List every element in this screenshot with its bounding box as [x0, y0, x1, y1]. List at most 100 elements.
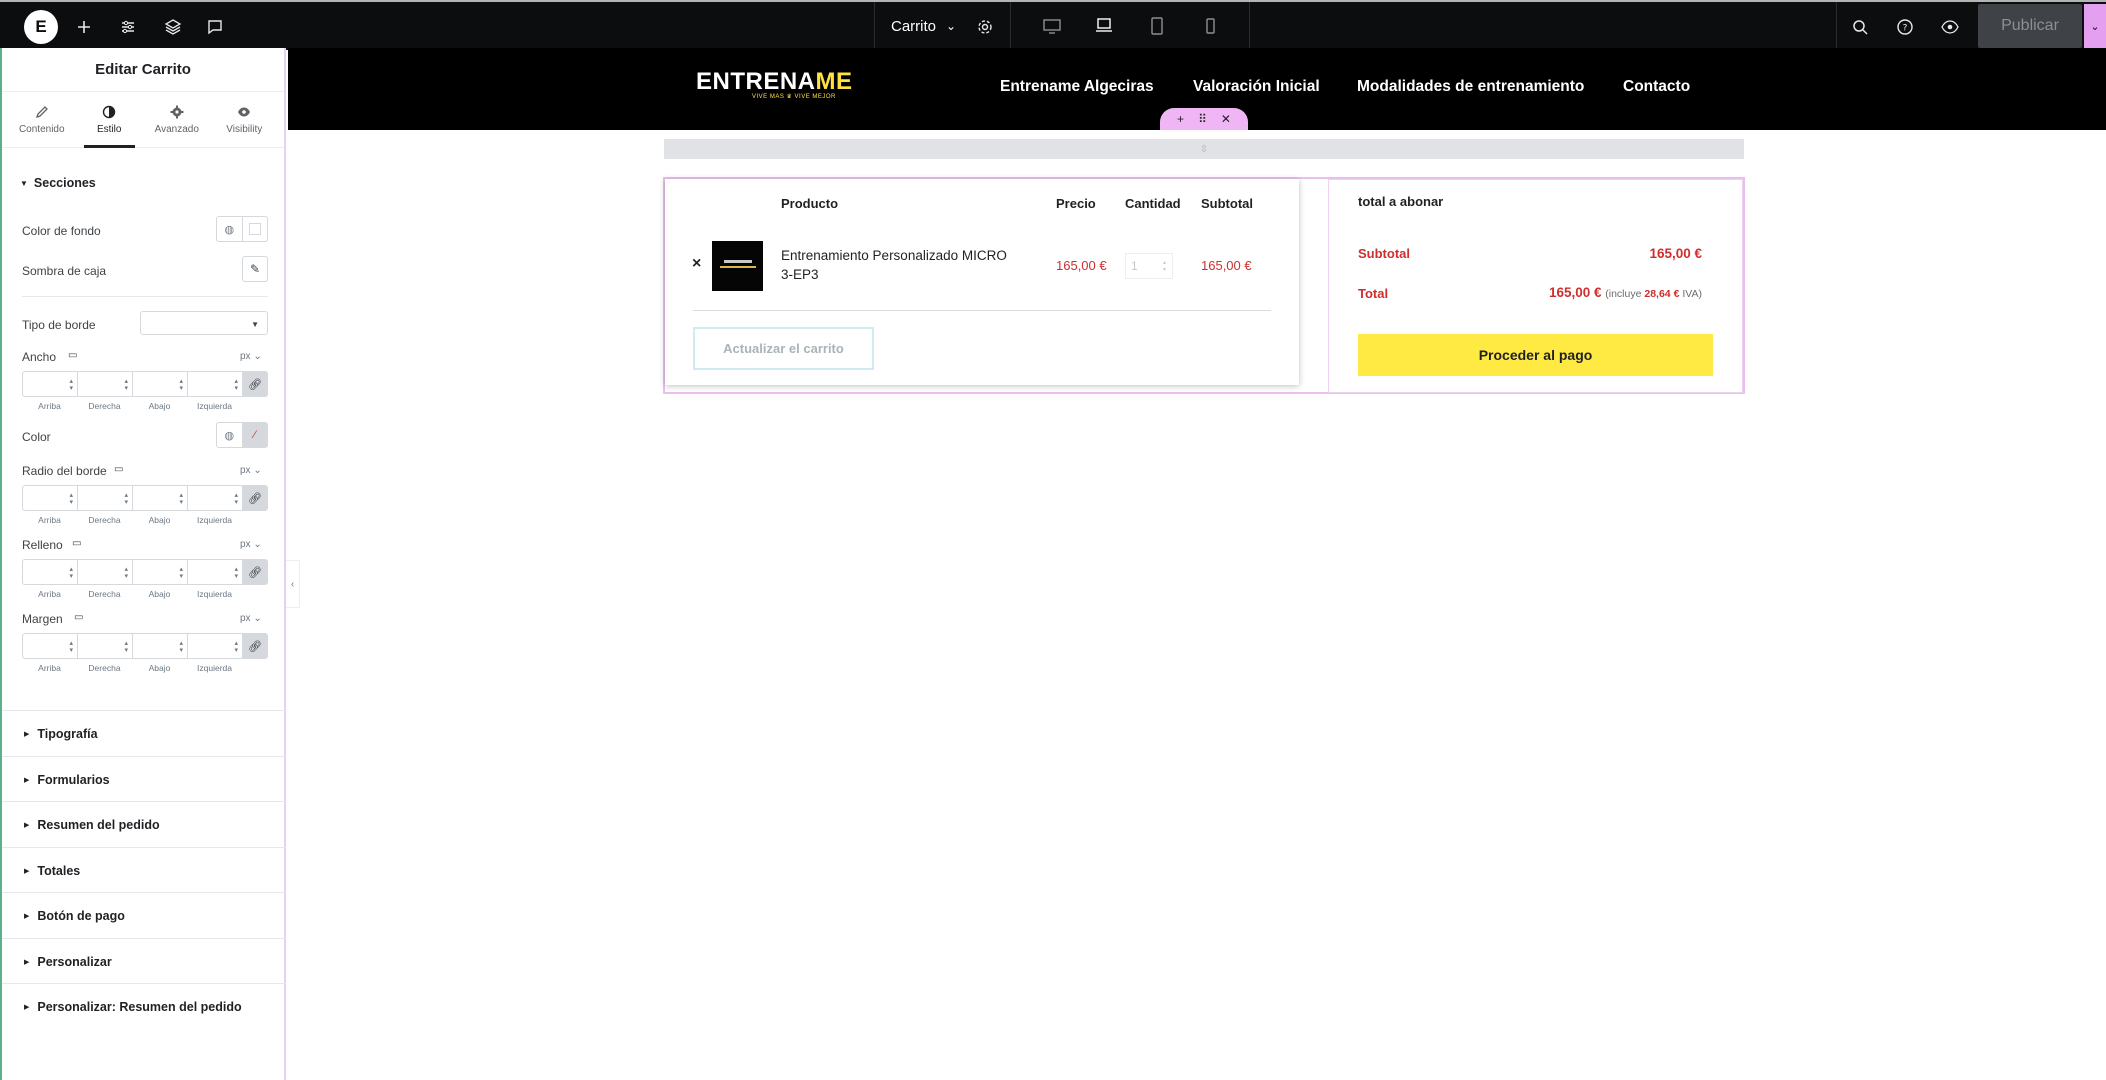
comments-icon[interactable] — [201, 13, 229, 41]
tab-estilo[interactable]: Estilo — [76, 92, 144, 148]
box-shadow-label: Sombra de caja — [22, 264, 107, 278]
total-label: Total — [1358, 286, 1389, 301]
col-header-price: Precio — [1056, 196, 1096, 211]
monitor-responsive-icon[interactable]: ▭ — [68, 350, 77, 361]
section-personalizar-resumen[interactable]: ▶ Personalizar: Resumen del pedido — [2, 983, 286, 1029]
link-values-icon[interactable]: 🔗︎ — [242, 559, 268, 585]
product-price: 165,00 € — [1056, 258, 1107, 273]
bg-color-label: Color de fondo — [22, 224, 101, 238]
section-resumen-pedido[interactable]: ▶ Resumen del pedido — [2, 801, 286, 847]
margin-label: Margen — [22, 612, 63, 626]
resize-icon[interactable]: ⇳ — [1200, 144, 1208, 155]
nav-contacto[interactable]: Contacto — [1623, 78, 1690, 96]
caret-right-icon: ▶ — [24, 1003, 30, 1011]
site-logo[interactable]: ENTRENAME — [696, 68, 853, 96]
box-shadow-edit-pencil-icon[interactable]: ✎ — [242, 256, 268, 282]
section-secciones-toggle[interactable]: ▼ Secciones — [20, 176, 96, 190]
page-settings-gear-icon[interactable] — [971, 13, 999, 41]
drag-handle-icon[interactable]: ⠿ — [1198, 112, 1207, 126]
laptop-view-icon[interactable] — [1078, 2, 1130, 50]
link-values-icon[interactable]: 🔗︎ — [242, 371, 268, 397]
unit-select[interactable]: px ⌄ — [240, 539, 262, 550]
totals-title: total a abonar — [1358, 194, 1444, 209]
bg-color-control[interactable]: ◍ — [216, 216, 268, 242]
width-top-input[interactable]: ▴ ▾ — [22, 371, 77, 397]
no-color-swatch[interactable]: ⁄ — [241, 423, 267, 447]
color-label: Color — [22, 430, 51, 444]
remove-item-icon[interactable]: × — [692, 255, 701, 273]
width-right-input[interactable]: ▴ ▾ — [77, 371, 132, 397]
width-left-input[interactable]: ▴ ▾ — [187, 371, 242, 397]
margin-dimensions-input[interactable]: ▴ ▾ ▴ ▾ ▴ ▾ ▴ ▾ 🔗︎ — [22, 633, 268, 659]
product-subtotal: 165,00 € — [1201, 258, 1252, 273]
proceed-to-checkout-button[interactable]: Proceder al pago — [1358, 334, 1713, 376]
layers-icon[interactable] — [159, 13, 187, 41]
nav-modalidades[interactable]: Modalidades de entrenamiento — [1357, 78, 1584, 96]
section-tipografia[interactable]: ▶ Tipografía — [2, 710, 286, 756]
product-name-link[interactable]: Entrenamiento Personalizado MICRO 3-EP3 — [781, 246, 1021, 284]
panel-tabs: Contenido Estilo Avanzado Visibility — [2, 92, 284, 148]
editor-topbar: E Carrito ⌄ ? Publicar ⌄ — [0, 0, 2106, 50]
caret-right-icon: ▶ — [24, 821, 30, 829]
border-type-select[interactable]: ▼ — [140, 311, 268, 335]
width-bottom-input[interactable]: ▴ ▾ — [132, 371, 187, 397]
tax-note: (incluye 28,64 € IVA) — [1605, 288, 1702, 300]
quantity-stepper[interactable]: 1 ▴ ▾ — [1125, 253, 1173, 279]
unit-select[interactable]: px ⌄ — [240, 465, 262, 476]
add-element-icon[interactable] — [70, 13, 98, 41]
section-formularios[interactable]: ▶ Formularios — [2, 756, 286, 802]
site-settings-icon[interactable] — [114, 13, 142, 41]
elementor-logo[interactable]: E — [24, 10, 58, 44]
gear-icon — [170, 105, 184, 118]
help-icon[interactable]: ? — [1891, 13, 1919, 41]
svg-text:?: ? — [1903, 24, 1908, 34]
unit-select[interactable]: px ⌄ — [240, 613, 262, 624]
monitor-responsive-icon[interactable]: ▭ — [72, 538, 81, 549]
unit-select[interactable]: px ⌄ — [240, 351, 262, 362]
desktop-view-icon[interactable] — [1026, 2, 1078, 50]
global-colors-icon[interactable]: ◍ — [217, 423, 242, 447]
nav-entrename-algeciras[interactable]: Entrename Algeciras — [1000, 78, 1154, 96]
search-icon[interactable] — [1846, 13, 1874, 41]
caret-right-icon: ▶ — [24, 912, 30, 920]
nav-valoracion-inicial[interactable]: Valoración Inicial — [1193, 78, 1320, 96]
monitor-responsive-icon[interactable]: ▭ — [114, 464, 123, 475]
publish-button[interactable]: Publicar — [1978, 4, 2082, 48]
caret-right-icon: ▶ — [24, 776, 30, 784]
update-cart-button[interactable]: Actualizar el carrito — [693, 327, 874, 370]
product-thumbnail[interactable] — [712, 241, 763, 291]
width-label: Ancho — [22, 350, 57, 364]
col-header-subtotal: Subtotal — [1201, 196, 1253, 211]
publish-options-chevron-icon[interactable]: ⌄ — [2084, 4, 2106, 48]
empty-spacer-section[interactable]: ⇳ — [664, 139, 1744, 159]
monitor-responsive-icon[interactable]: ▭ — [74, 612, 83, 623]
color-swatch[interactable] — [241, 217, 268, 241]
global-colors-icon[interactable]: ◍ — [217, 217, 242, 241]
add-section-icon[interactable]: + — [1177, 112, 1184, 126]
pencil-icon — [35, 105, 48, 118]
caret-right-icon: ▶ — [24, 958, 30, 966]
border-color-control[interactable]: ◍ ⁄ — [216, 422, 268, 448]
document-title: Carrito — [891, 17, 937, 35]
section-edit-handle[interactable]: + ⠿ ✕ — [1160, 108, 1248, 130]
caret-down-icon: ▼ — [20, 178, 28, 188]
section-personalizar[interactable]: ▶ Personalizar — [2, 938, 286, 984]
mobile-view-icon[interactable] — [1184, 2, 1236, 50]
tab-avanzado[interactable]: Avanzado — [143, 92, 211, 147]
link-values-icon[interactable]: 🔗︎ — [242, 633, 268, 659]
tab-visibility[interactable]: Visibility — [211, 92, 279, 147]
delete-section-icon[interactable]: ✕ — [1221, 112, 1231, 126]
preview-eye-icon[interactable] — [1936, 13, 1964, 41]
total-value: 165,00 € (incluye 28,64 € IVA) — [1548, 285, 1702, 300]
caret-right-icon: ▶ — [24, 867, 30, 875]
width-dimensions-input[interactable]: ▴ ▾ ▴ ▾ ▴ ▾ ▴ ▾ 🔗︎ — [22, 371, 268, 397]
section-totales[interactable]: ▶ Totales — [2, 847, 286, 893]
section-boton-pago[interactable]: ▶ Botón de pago — [2, 892, 286, 938]
padding-dimensions-input[interactable]: ▴ ▾ ▴ ▾ ▴ ▾ ▴ ▾ 🔗︎ — [22, 559, 268, 585]
panel-title: Editar Carrito — [2, 48, 284, 92]
tablet-view-icon[interactable] — [1131, 2, 1183, 50]
link-values-icon[interactable]: 🔗︎ — [242, 485, 268, 511]
radius-dimensions-input[interactable]: ▴ ▾ ▴ ▾ ▴ ▾ ▴ ▾ 🔗︎ — [22, 485, 268, 511]
collapse-panel-chevron-icon[interactable]: ‹ — [286, 560, 300, 608]
tab-contenido[interactable]: Contenido — [8, 92, 76, 147]
